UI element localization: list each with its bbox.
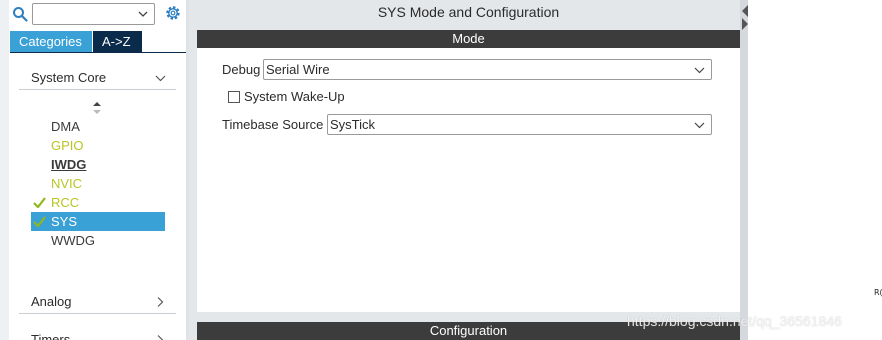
list-item-gpio[interactable]: GPIO (31, 136, 165, 155)
list-item-label: WWDG (51, 233, 96, 248)
left-gutter (0, 0, 9, 340)
search-icon[interactable] (12, 6, 28, 22)
check-icon (33, 197, 46, 208)
section-system-core[interactable]: System Core (19, 66, 176, 90)
timebase-source-select[interactable]: SysTick (327, 114, 712, 135)
mode-panel (197, 48, 740, 312)
chevron-down-icon[interactable] (138, 10, 148, 18)
list-item-label: GPIO (51, 138, 84, 153)
tab-divider (10, 52, 186, 53)
timebase-source-value: SysTick (330, 117, 376, 132)
watermark: https://blog.csdn.net/qq_36561846 (627, 313, 842, 329)
chevron-right-icon[interactable] (155, 335, 166, 340)
list-item-label: RCC (51, 195, 80, 210)
list-item-wwdg[interactable]: WWDG (31, 231, 165, 250)
debug-select[interactable]: Serial Wire (263, 59, 712, 80)
list-item-label: DMA (51, 119, 80, 134)
sort-icon[interactable] (92, 101, 102, 115)
debug-select-value: Serial Wire (266, 62, 330, 77)
splitter-bar[interactable] (740, 0, 748, 340)
tab-categories[interactable]: Categories (10, 31, 92, 53)
check-icon (33, 216, 46, 227)
chevron-down-icon[interactable] (694, 121, 705, 129)
mode-header: Mode (197, 30, 740, 48)
section-timers-label: Timers (31, 332, 71, 340)
section-analog[interactable]: Analog (19, 290, 176, 314)
list-item-dma[interactable]: DMA (31, 117, 165, 136)
section-timers[interactable]: Timers (19, 328, 176, 340)
partial-label: R( (874, 288, 882, 297)
system-wakeup-label: System Wake-Up (244, 89, 345, 104)
left-panel: Categories A->Z System Core DMA GPIO IWDG N… (0, 0, 188, 340)
chevron-right-icon[interactable] (155, 297, 166, 307)
list-item-iwdg[interactable]: IWDG (31, 155, 165, 174)
debug-label: Debug (222, 62, 261, 77)
list-item-nvic[interactable]: NVIC (31, 174, 165, 193)
list-item-label: IWDG (51, 157, 87, 172)
list-item-label: SYS (51, 214, 78, 229)
section-analog-label: Analog (31, 294, 72, 309)
list-item-rcc[interactable]: RCC (31, 193, 165, 212)
right-panel (748, 0, 882, 340)
list-item-label: NVIC (51, 176, 83, 191)
system-wakeup-checkbox[interactable] (228, 91, 240, 103)
section-system-core-label: System Core (31, 70, 107, 85)
chevron-down-icon[interactable] (155, 73, 166, 83)
list-item-sys[interactable]: SYS (31, 212, 165, 231)
chevron-down-icon[interactable] (694, 66, 705, 74)
tab-az[interactable]: A->Z (93, 31, 142, 53)
timebase-source-label: Timebase Source (222, 117, 324, 132)
search-input[interactable] (32, 3, 155, 25)
gear-icon[interactable] (164, 4, 182, 22)
page-title: SYS Mode and Configuration (377, 4, 560, 20)
